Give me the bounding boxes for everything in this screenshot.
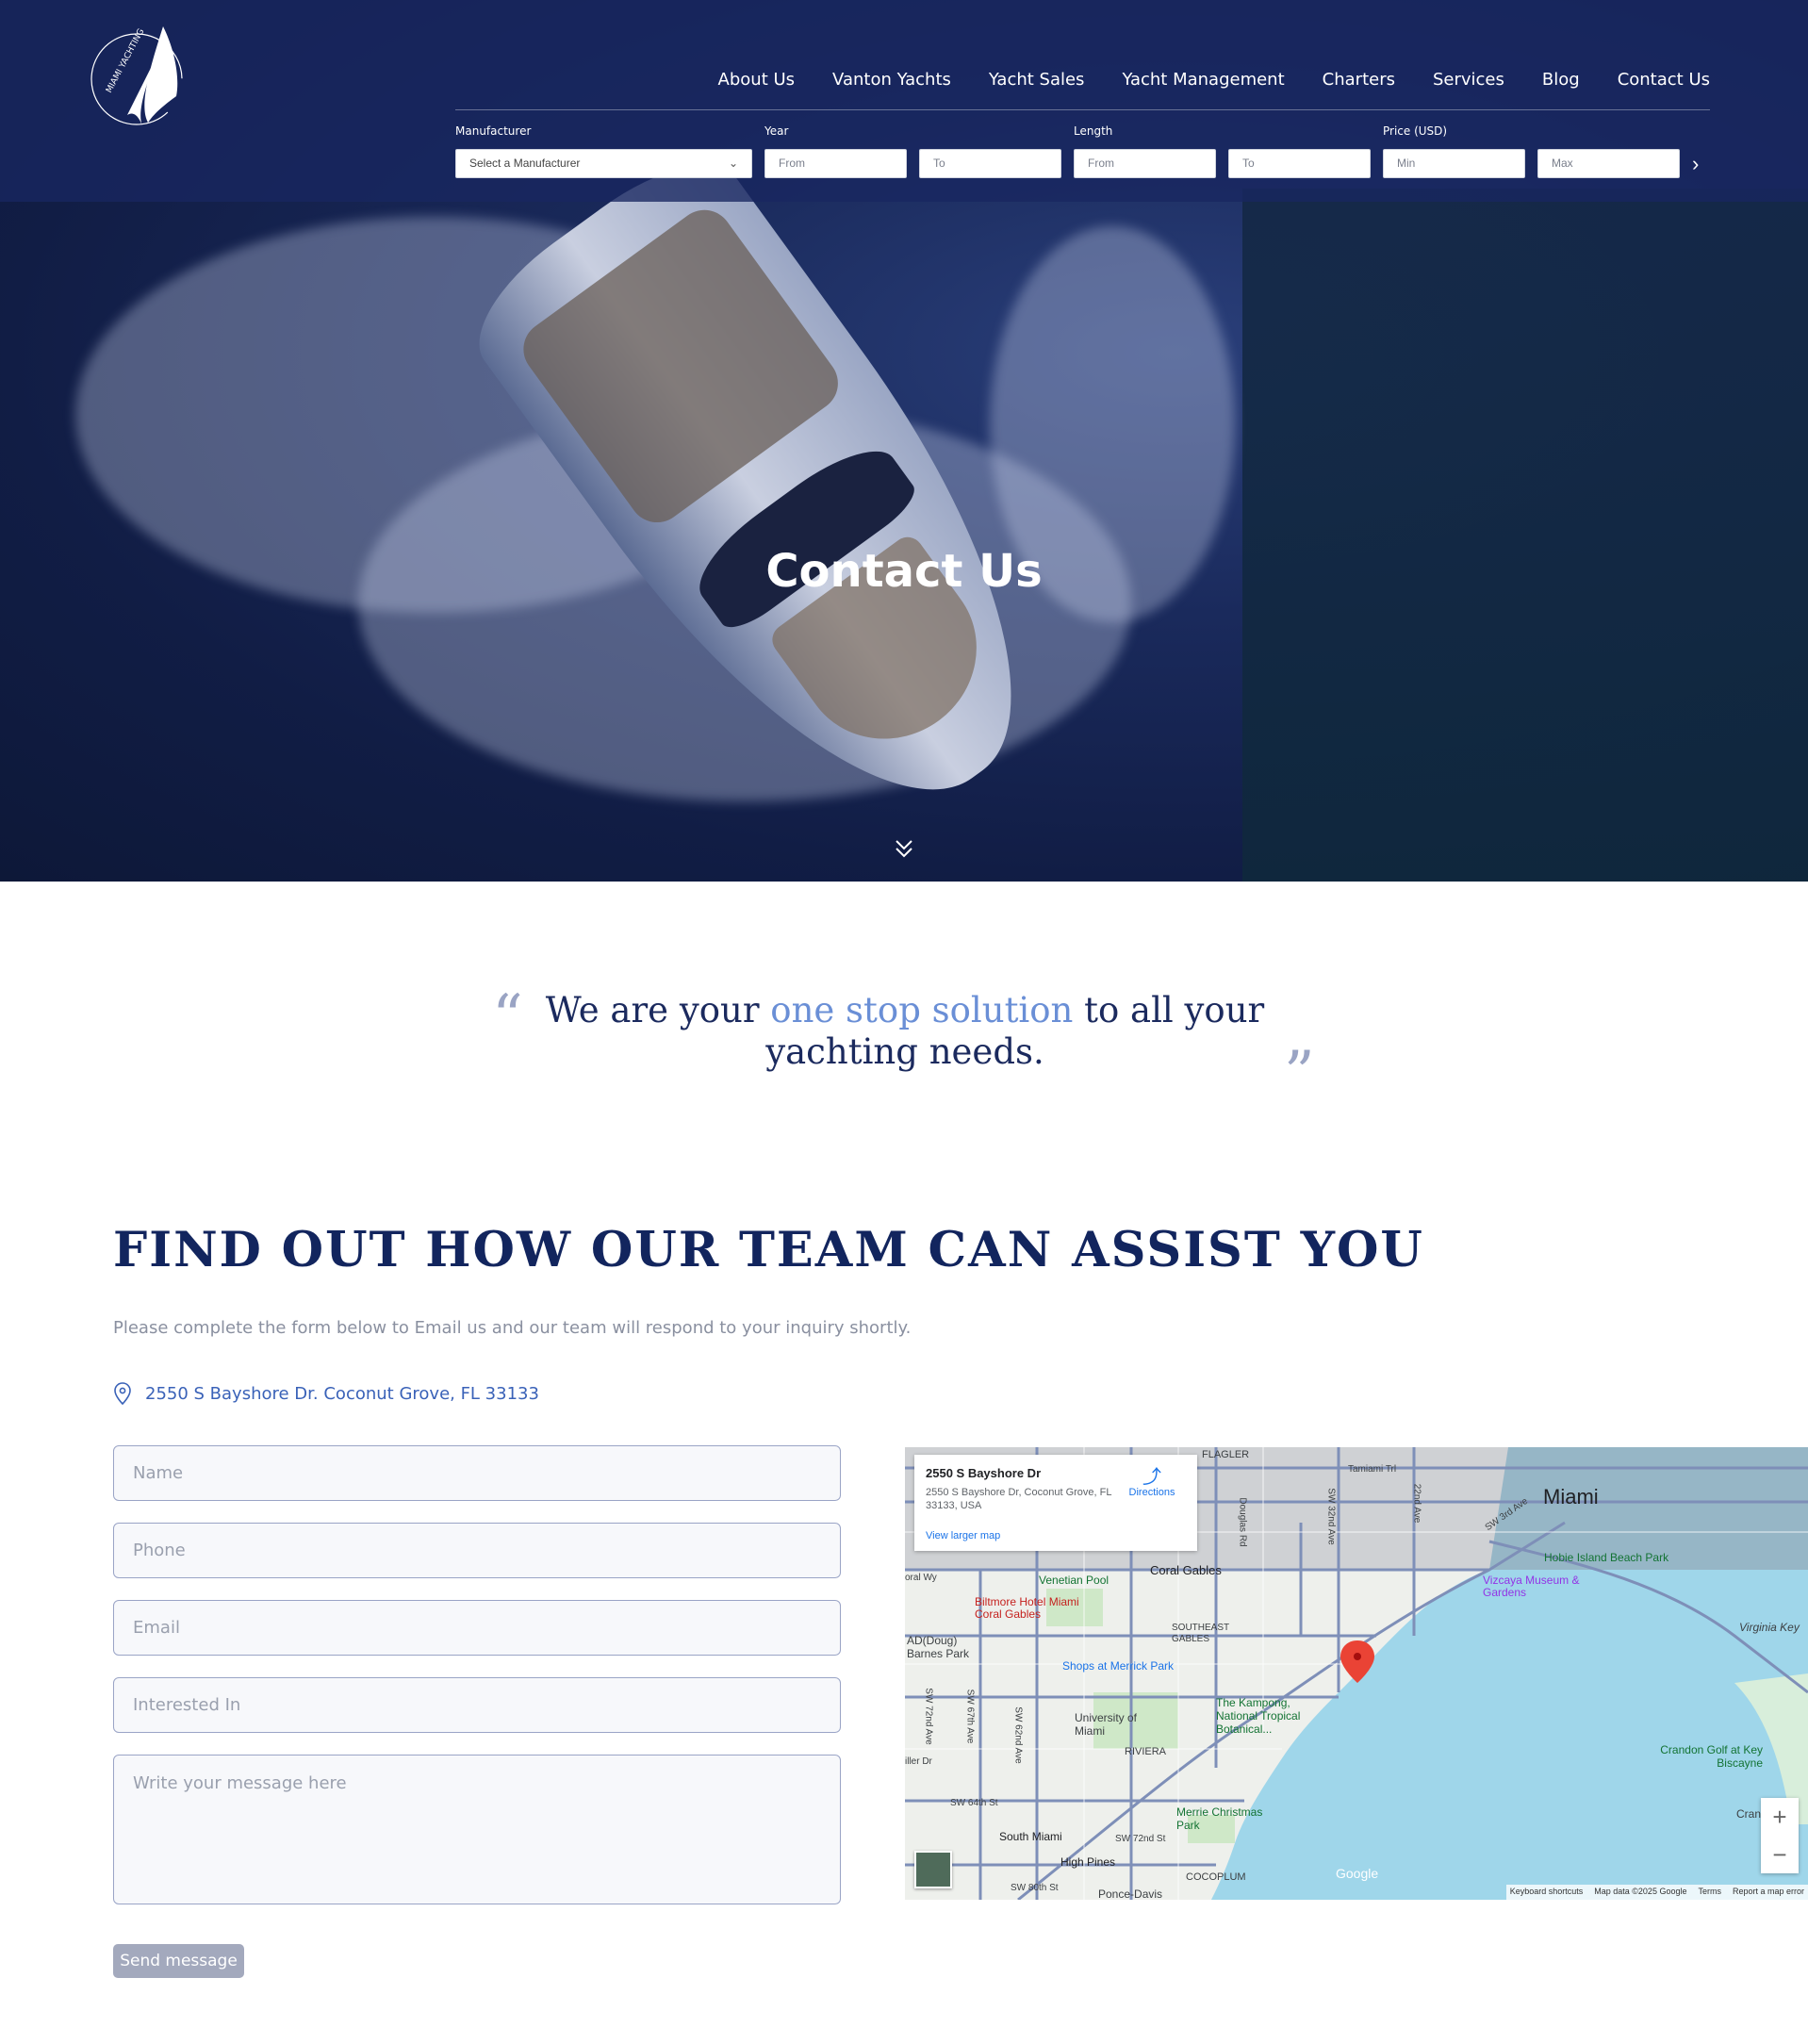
map-label-vizcaya: Vizcaya Museum & Gardens [1483,1574,1580,1599]
map-label-coral-gables: Coral Gables [1150,1563,1222,1577]
google-logo: Google [1336,1866,1379,1881]
zoom-in-button[interactable]: + [1761,1798,1799,1836]
report-map-error-link[interactable]: Report a map error [1733,1887,1804,1898]
directions-link[interactable]: ⤴ Directions [1124,1468,1180,1498]
nav-blog[interactable]: Blog [1542,70,1580,90]
year-label: Year [764,124,789,138]
quote-text-accent: one stop solution [770,990,1074,1030]
nav-contact-us[interactable]: Contact Us [1618,70,1710,90]
zoom-out-button[interactable]: − [1761,1836,1799,1873]
map-label-venetian-pool: Venetian Pool [1039,1574,1109,1587]
map-label-cocoplum: COCOPLUM [1186,1871,1246,1883]
nav-yacht-management[interactable]: Yacht Management [1122,70,1284,90]
address-line[interactable]: 2550 S Bayshore Dr. Coconut Grove, FL 33… [113,1381,539,1406]
map-pin-icon [114,1382,131,1405]
map-label-high-pines: High Pines [1060,1855,1116,1869]
map-label-douglas: Douglas Rd [1237,1497,1248,1547]
length-from-input[interactable]: From [1074,149,1216,178]
directions-icon: ⤴ [1142,1467,1161,1488]
nav-yacht-sales[interactable]: Yacht Sales [989,70,1085,90]
nav-divider [455,109,1710,110]
map-label-southeast-gables: SOUTHEAST GABLES [1172,1623,1229,1644]
satellite-layer-toggle[interactable] [914,1851,952,1888]
map-attribution: Keyboard shortcuts Map data ©2025 Google… [1505,1885,1808,1900]
tagline-quote: We are your one stop solution to all you… [528,990,1282,1073]
price-label: Price (USD) [1383,124,1448,138]
nav-about-us[interactable]: About Us [718,70,796,90]
contact-heading: FIND OUT HOW OUR TEAM CAN ASSIST YOU [113,1222,1424,1278]
map-label-sw32: SW 32nd Ave [1325,1488,1337,1545]
map-label-shops-merrick: Shops at Merrick Park [1062,1659,1175,1673]
year-from-input[interactable]: From [764,149,907,178]
double-chevron-down-icon[interactable] [894,837,914,860]
year-to-input[interactable]: To [919,149,1061,178]
phone-input[interactable]: Phone [113,1523,841,1578]
search-submit-arrow-icon[interactable]: › [1692,149,1711,178]
page-title: Contact Us [765,545,1043,598]
length-to-input[interactable]: To [1228,149,1371,178]
interested-in-input[interactable]: Interested In [113,1677,841,1733]
map-label-sw80: SW 80th St [1011,1883,1059,1893]
map-label-tamiami: Tamiami Trl [1348,1464,1397,1475]
map-label-miller: iller Dr [905,1756,932,1767]
map-label-south-miami: South Miami [999,1830,1062,1843]
map-label-22nd: 22nd Ave [1411,1483,1422,1524]
length-label: Length [1074,124,1113,138]
map-zoom-controls: + − [1761,1798,1799,1873]
miami-yachting-logo[interactable]: MIAMI YACHTING [90,21,193,134]
map-label-sw67: SW 67th Ave [964,1689,976,1744]
directions-label: Directions [1128,1487,1175,1498]
yacht-search-bar: Manufacturer Select a Manufacturer ⌄ Yea… [455,124,1710,181]
keyboard-shortcuts-link[interactable]: Keyboard shortcuts [1510,1887,1584,1898]
manufacturer-select[interactable]: Select a Manufacturer ⌄ [455,149,752,178]
map-card-address: 2550 S Bayshore Dr, Coconut Grove, FL 33… [926,1487,1112,1511]
chevron-down-icon: ⌄ [728,157,738,170]
map-label-sw62: SW 62nd Ave [1012,1706,1024,1764]
address-text[interactable]: 2550 S Bayshore Dr. Coconut Grove, FL 33… [145,1384,539,1404]
map-label-oral-wy: oral Wy [905,1573,937,1583]
map-label-university: University of Miami [1075,1711,1138,1738]
svg-text:MIAMI YACHTING: MIAMI YACHTING [105,27,146,94]
name-input[interactable]: Name [113,1445,841,1501]
map-label-virginia-key: Virginia Key [1739,1621,1800,1634]
nav-charters[interactable]: Charters [1323,70,1395,90]
email-input[interactable]: Email [113,1600,841,1656]
map-label-cran: Cran [1736,1807,1762,1821]
map-label-crandon: Crandon Golf at Key Biscayne [1660,1743,1763,1770]
hero-section: MIAMI YACHTING About Us Vanton Yachts Ya… [0,0,1808,882]
google-map-embed[interactable]: 2550 S Bayshore Dr 2550 S Bayshore Dr, C… [905,1447,1808,1900]
map-label-merrie: Merrie Christmas Park [1176,1805,1263,1832]
message-textarea[interactable]: Write your message here [113,1755,841,1904]
view-larger-map-link[interactable]: View larger map [926,1530,1000,1541]
nav-services[interactable]: Services [1433,70,1504,90]
map-label-flagler: FLAGLER [1202,1449,1250,1460]
map-label-sw72ave: SW 72nd Ave [923,1688,934,1745]
map-label-kampong: The Kampong, National Tropical Botanical… [1216,1696,1301,1736]
hero-water [1242,189,1808,882]
map-label-miami: Miami [1543,1485,1599,1508]
map-label-sw64: SW 64th St [950,1798,998,1808]
manufacturer-label: Manufacturer [455,124,532,138]
map-label-riviera: RIVIERA [1125,1746,1167,1757]
price-max-input[interactable]: Max [1537,149,1680,178]
map-label-doug-barnes: AD(Doug) Barnes Park [907,1634,970,1660]
open-quote-icon: “ [492,982,523,1052]
close-quote-icon: ” [1284,1039,1315,1109]
map-data-text: Map data ©2025 Google [1594,1887,1687,1896]
contact-subtitle: Please complete the form below to Email … [113,1318,912,1338]
map-label-ponce-davis: Ponce-Davis [1098,1887,1163,1900]
map-info-card: 2550 S Bayshore Dr 2550 S Bayshore Dr, C… [914,1455,1197,1551]
map-label-hobie: Hobie Island Beach Park [1544,1551,1669,1564]
map-label-sw72: SW 72nd St [1115,1834,1166,1844]
quote-text-before: We are your [545,990,771,1030]
main-nav: About Us Vanton Yachts Yacht Sales Yacht… [718,70,1710,90]
terms-link[interactable]: Terms [1698,1887,1721,1898]
manufacturer-select-value: Select a Manufacturer [469,157,581,170]
nav-vanton-yachts[interactable]: Vanton Yachts [832,70,951,90]
map-label-biltmore: Biltmore Hotel Miami Coral Gables [975,1595,1079,1621]
price-min-input[interactable]: Min [1383,149,1525,178]
quote-section: “ We are your one stop solution to all y… [0,982,1808,1109]
send-message-button[interactable]: Send message [113,1944,244,1978]
